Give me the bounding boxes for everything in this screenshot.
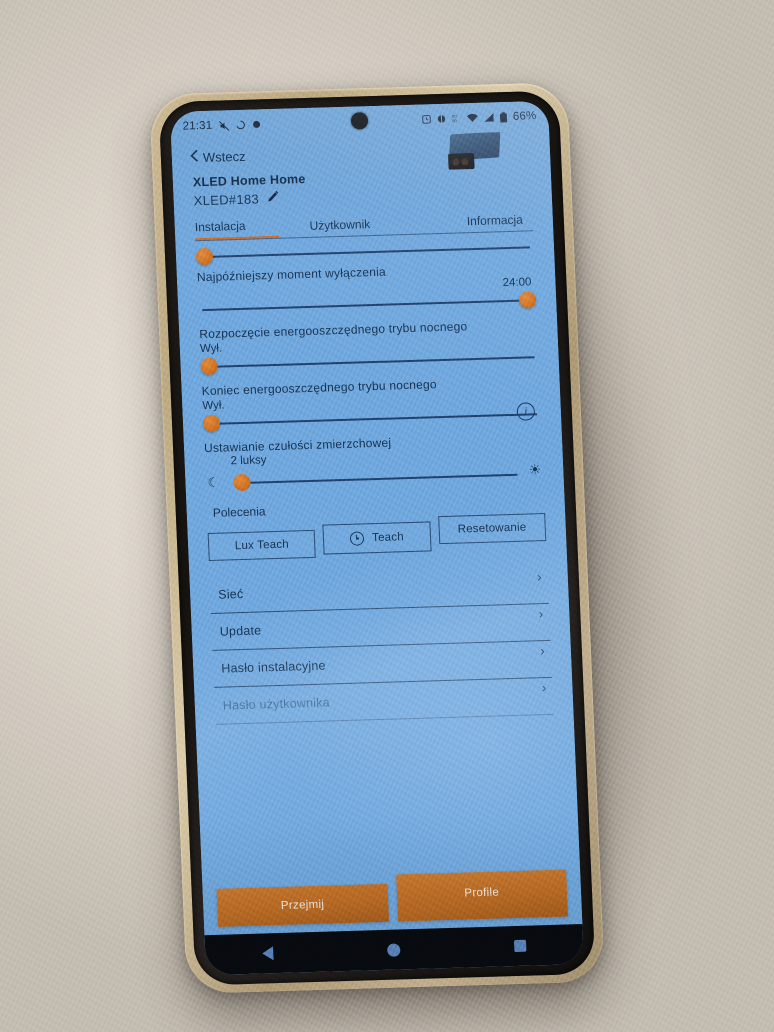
reset-label: Resetowanie — [457, 521, 527, 536]
moon-icon: ☾ — [207, 474, 220, 491]
info-icon[interactable]: i — [516, 402, 536, 421]
svg-text:00: 00 — [452, 118, 458, 123]
slider-thumb[interactable] — [233, 473, 251, 492]
battery-icon — [500, 111, 508, 123]
slider-thumb[interactable] — [200, 357, 219, 376]
photo-scene: 21:31 00 00 66% Wstecz XLED Home Home XL… — [0, 0, 774, 1032]
device-name: XLED#183 — [193, 190, 260, 208]
triangle-back-icon[interactable] — [262, 946, 274, 961]
setting-nightmode-end: Koniec energooszczędnego trybu nocnego W… — [195, 367, 547, 434]
przejmij-button[interactable]: Przejmij — [216, 883, 389, 927]
tab-instalacja[interactable]: Instalacja — [194, 217, 280, 241]
pencil-icon[interactable] — [267, 190, 281, 206]
setting-twilight-sensitivity: Ustawianie czułości zmierzchowej 2 luksy… — [197, 424, 549, 496]
slider-track — [204, 356, 535, 368]
battery-percent: 66% — [512, 110, 537, 123]
square-recents-icon[interactable] — [513, 939, 527, 953]
status-bar-right: 00 00 66% — [422, 110, 537, 125]
smartphone: 21:31 00 00 66% Wstecz XLED Home Home XL… — [149, 82, 605, 994]
slider-track — [241, 473, 518, 484]
setting-nightmode-start: Rozpoczęcie energooszczędnego trybu nocn… — [193, 310, 545, 377]
slider-track — [207, 413, 537, 425]
app-content: Wstecz XLED Home Home XLED#183 Instalacj… — [171, 130, 583, 936]
slider-thumb[interactable] — [195, 247, 214, 266]
list-item-label: Hasło instalacyjne — [221, 658, 326, 676]
chevron-right-icon: › — [538, 606, 544, 622]
dnd-icon: 00 00 — [452, 113, 462, 124]
status-bar-left: 21:31 — [182, 118, 261, 133]
alarm-icon — [422, 114, 432, 124]
reset-button[interactable]: Resetowanie — [437, 513, 547, 545]
slider-track — [202, 299, 533, 311]
slider-thumb[interactable] — [202, 414, 221, 433]
sync-icon — [235, 120, 245, 130]
camera-notch — [350, 112, 369, 130]
wifi-icon — [467, 113, 479, 123]
phone-screen: 21:31 00 00 66% Wstecz XLED Home Home XL… — [169, 100, 585, 976]
chevron-right-icon: › — [540, 643, 546, 659]
lux-teach-button[interactable]: Lux Teach — [207, 529, 317, 561]
signal-icon — [484, 112, 495, 122]
mute-icon — [218, 120, 229, 131]
sun-icon: ☀ — [528, 461, 542, 478]
status-time: 21:31 — [182, 119, 213, 133]
action-bar: Przejmij Profile — [216, 869, 569, 927]
list-item-label: Sieć — [217, 586, 244, 602]
profile-button[interactable]: Profile — [395, 869, 569, 922]
slider-track — [200, 246, 530, 258]
list-item-label: Update — [219, 623, 262, 639]
chevron-right-icon: › — [541, 680, 547, 696]
chevron-right-icon: › — [536, 569, 543, 585]
teach-button[interactable]: Teach — [322, 521, 432, 555]
slider-thumb[interactable] — [518, 291, 537, 309]
teach-label: Teach — [371, 531, 405, 545]
dot-icon — [251, 119, 261, 129]
vibrate-icon — [437, 114, 447, 124]
back-label: Wstecz — [202, 148, 246, 165]
clock-icon — [349, 531, 365, 546]
circle-home-icon[interactable] — [386, 942, 401, 957]
device-header: XLED Home Home XLED#183 — [186, 131, 538, 210]
settings-list: Sieć › Update › Hasło instalacyjne › Has… — [203, 551, 560, 725]
chevron-left-icon — [190, 149, 200, 165]
device-thumbnail — [443, 131, 501, 178]
lux-teach-label: Lux Teach — [234, 538, 290, 553]
setting-latest-switchoff: Najpóźniejszy moment wyłączenia 24:00 — [189, 231, 542, 320]
list-item-label: Hasło użytkownika — [222, 695, 331, 713]
